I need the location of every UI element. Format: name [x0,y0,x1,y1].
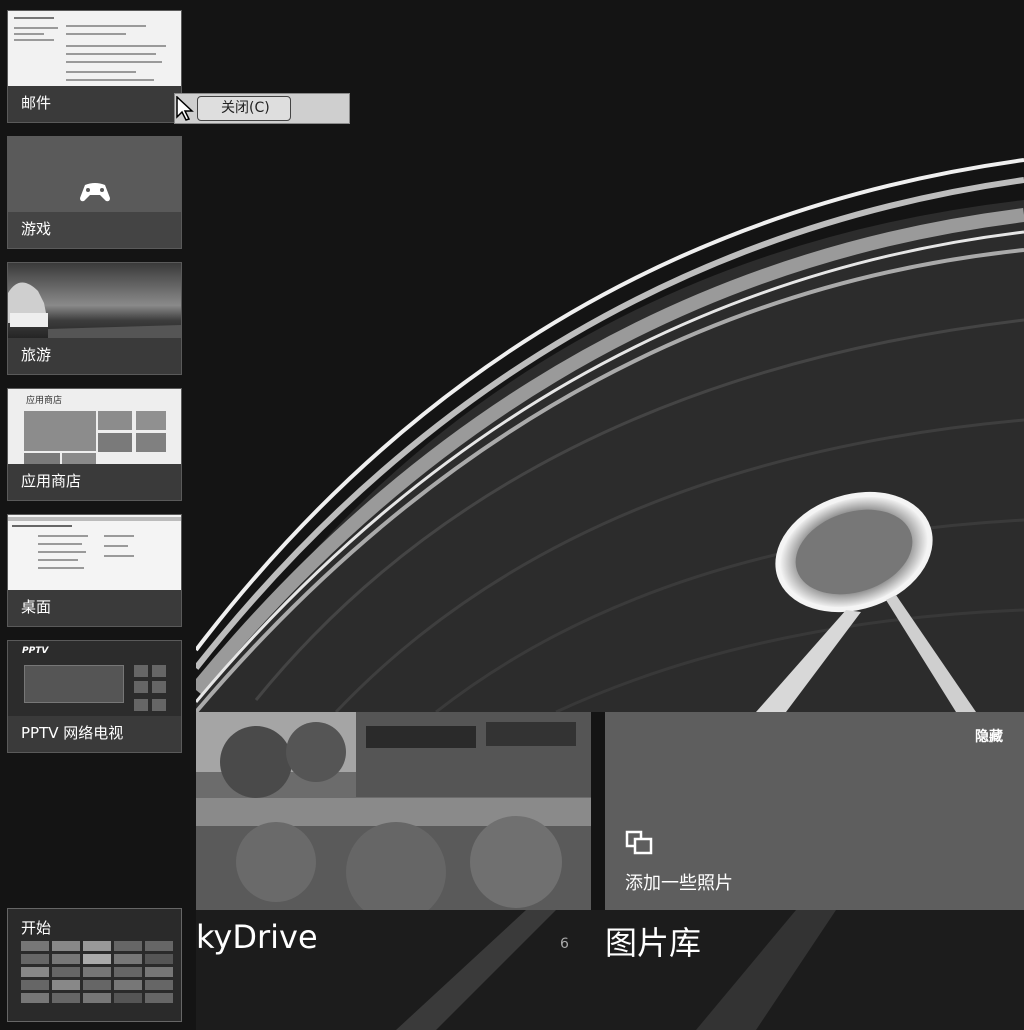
app-label-mail: 邮件 [21,94,52,112]
add-photos-icon [625,830,653,855]
add-photos-label: 添加一些照片 [625,873,733,894]
start-tiles-preview [21,941,181,1009]
desktop-preview [8,515,181,592]
mouse-cursor-icon [176,96,194,121]
add-photos-tile[interactable]: 隐藏 添加一些照片 [605,712,1024,910]
hide-button[interactable]: 隐藏 [975,726,1003,746]
app-label-pptv: PPTV 网络电视 [21,724,124,742]
street-photo [196,712,591,910]
app-thumb-pptv[interactable]: PPTV PPTV 网络电视 [7,640,182,753]
app-label-travel: 旅游 [21,346,52,364]
app-thumb-games[interactable]: 游戏 [7,136,182,249]
photos-app: 隐藏 添加一些照片 kyDrive 6 图片库 [196,0,1024,1030]
close-menu-item[interactable]: 关闭(C) [197,96,291,121]
app-label-games: 游戏 [21,220,52,238]
app-thumb-desktop[interactable]: 桌面 [7,514,182,627]
app-thumb-travel[interactable]: 旅游 [7,262,182,375]
context-menu: 关闭(C) [174,93,350,124]
app-switcher: 邮件 游戏 旅游 应用商店 应用商店 桌面 PPTV PPTV 网络电视 开始 [0,0,196,1030]
travel-preview [8,263,181,340]
app-label-store: 应用商店 [21,472,82,490]
picture-library-title[interactable]: 图片库 [605,918,701,964]
skydrive-count: 6 [560,936,569,952]
store-preview: 应用商店 [8,389,181,466]
start-label: 开始 [21,919,52,937]
pptv-preview: PPTV [8,641,181,718]
store-preview-title: 应用商店 [26,396,63,406]
pptv-logo: PPTV [22,646,49,656]
app-thumb-store[interactable]: 应用商店 应用商店 [7,388,182,501]
mail-preview [8,11,181,88]
skydrive-photo-tile[interactable] [196,712,591,910]
skydrive-group-title[interactable]: kyDrive [196,918,318,956]
app-label-desktop: 桌面 [21,598,52,616]
gamepad-icon [80,183,110,202]
app-thumb-mail[interactable]: 邮件 [7,10,182,123]
start-thumb[interactable]: 开始 [7,908,182,1022]
